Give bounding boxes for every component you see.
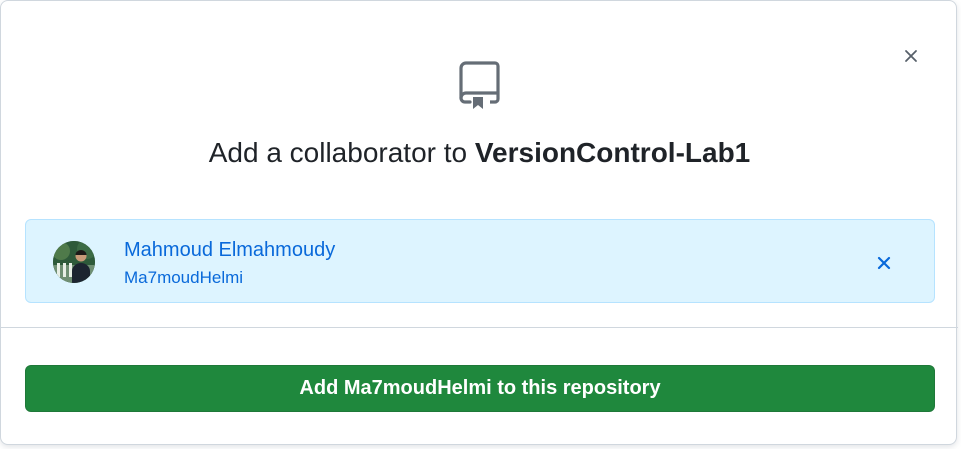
remove-user-button[interactable] bbox=[870, 249, 898, 277]
repository-name: VersionControl-Lab1 bbox=[474, 137, 751, 168]
page-backdrop: Add a collaborator to VersionControl-Lab… bbox=[0, 0, 961, 449]
dialog-title-prefix: Add a collaborator to bbox=[208, 137, 468, 168]
avatar-image bbox=[53, 241, 95, 283]
dialog-title: Add a collaborator to VersionControl-Lab… bbox=[1, 135, 958, 171]
selected-user-card: Mahmoud Elmahmoudy Ma7moudHelmi bbox=[25, 219, 935, 303]
divider bbox=[1, 327, 958, 328]
avatar[interactable] bbox=[53, 241, 95, 283]
add-collaborator-button[interactable]: Add Ma7moudHelmi to this repository bbox=[25, 365, 935, 412]
close-dialog-button[interactable] bbox=[897, 42, 925, 70]
x-icon bbox=[877, 256, 891, 270]
x-icon bbox=[905, 50, 917, 62]
repo-icon bbox=[459, 61, 500, 109]
user-display-name[interactable]: Mahmoud Elmahmoudy bbox=[124, 237, 335, 263]
add-collaborator-dialog: Add a collaborator to VersionControl-Lab… bbox=[0, 0, 958, 445]
user-login: Ma7moudHelmi bbox=[124, 268, 244, 287]
